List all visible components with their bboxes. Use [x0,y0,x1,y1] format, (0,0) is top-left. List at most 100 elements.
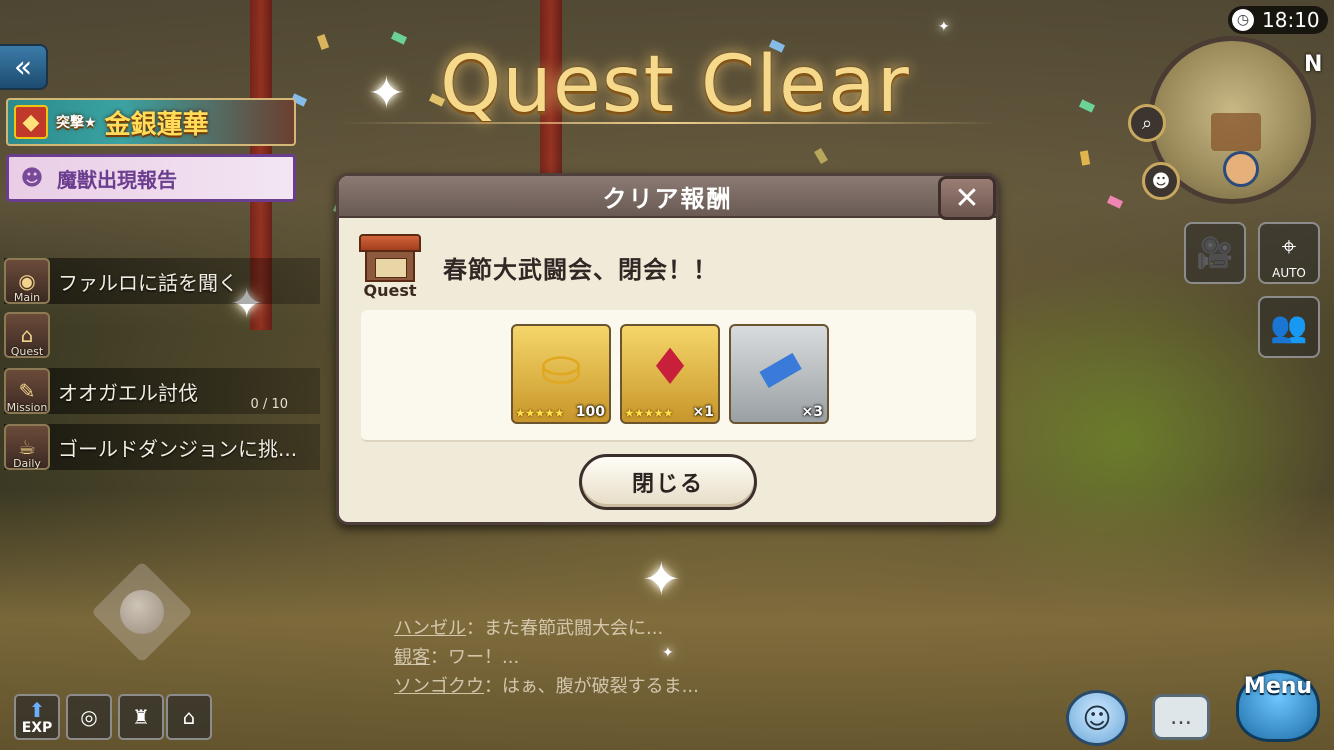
minimap-zoom-button[interactable]: ⌕ [1128,104,1166,142]
blue-ticket-icon: ▬ [744,330,814,404]
chat-button[interactable]: … [1152,694,1210,740]
menu-button[interactable]: Menu [1226,660,1330,748]
red-crystal-icon: ♦ [647,338,693,396]
back-button[interactable]: « [0,44,48,90]
confetti [390,31,408,45]
chat-text: ：ワー！... [430,647,520,668]
clock-icon: ◷ [1232,9,1254,31]
equipment-button[interactable]: ♜ [118,694,164,740]
minimap-building-icon [1211,113,1261,151]
chat-line: ソンゴクウ：はぁ、腹が破裂するま... [394,672,814,701]
chat-speaker[interactable]: ソンゴクウ [394,676,484,697]
report-banner-label: 魔獣出現報告 [57,167,177,192]
confetti [316,34,330,50]
task-daily[interactable]: ☕ Daily ゴールドダンジョンに挑... [4,424,320,470]
dialog-title: クリア報酬 [602,184,733,213]
camera-button[interactable]: 🎥 [1184,222,1246,284]
confetti [1078,99,1096,113]
close-icon: ✕ [954,180,980,216]
event-emblem-icon: ◆ [14,105,48,139]
boot-icon: ♜ [132,705,150,729]
event-banner-label: 金銀蓮華 [104,109,209,140]
auto-icon: ⌖ [1281,231,1297,262]
reward-stars: ★★★★★ [624,406,674,420]
report-banner[interactable]: ☻ 魔獣出現報告 [6,154,296,202]
sparkle-icon: ✦ [368,68,405,119]
task-label: ゴールドダンジョンに挑... [58,436,298,461]
auto-button[interactable]: ⌖ AUTO [1258,222,1320,284]
minimap-face-button[interactable]: ☻ [1142,162,1180,200]
sparkle-icon: ✦ [642,552,681,606]
clock: ◷ 18:10 [1228,6,1328,34]
task-category: Quest [10,345,44,358]
arrow-up-icon: ⬆ [28,698,46,722]
speech-bubble-icon: … [1170,704,1192,730]
reward-item-gold[interactable]: ⛀ ★★★★★ 100 [511,324,611,424]
exp-button[interactable]: ⬆ EXP [14,694,60,740]
compass-icon: ◎ [80,705,98,729]
face-icon: ☻ [1151,170,1171,192]
party-icon: 👥 [1270,309,1308,345]
menu-label: Menu [1243,674,1313,699]
chat-line: 観客：ワー！... [394,643,814,672]
task-label: オオガエル討伐 [58,380,198,405]
exp-label: EXP [21,720,53,736]
reward-item-ticket[interactable]: ▬ ×3 [729,324,829,424]
cage-button[interactable]: ⌂ [166,694,212,740]
gold-ingot-icon: ⛀ [540,338,582,396]
quest-clear-title: Quest Clear [440,40,910,130]
joystick-knob[interactable] [120,590,164,634]
quest-badge-label: Quest [363,281,417,300]
camera-icon: 🎥 [1196,235,1234,271]
chat-text: ：はぁ、腹が破裂するま... [484,676,699,697]
task-quest[interactable]: ⌂ Quest [4,312,56,358]
chat-speaker[interactable]: ハンゼル [394,618,466,639]
auto-label: AUTO [1272,266,1306,280]
task-progress: 0 / 10 [250,397,288,412]
virtual-joystick[interactable] [91,561,193,663]
task-main[interactable]: ◉ Main ファルロに話を聞く [4,258,320,304]
reward-dialog: クリア報酬 ✕ Quest 春節大武闘会、閉会！！ ⛀ ★★★★★ 100 ♦ … [336,173,999,525]
reward-stars: ★★★★★ [515,406,565,420]
task-category: Daily [13,457,41,470]
close-button[interactable]: ✕ [938,176,996,220]
skill-button[interactable]: ◎ [66,694,112,740]
reward-item-crystal[interactable]: ♦ ★★★★★ ×1 [620,324,720,424]
quest-name: 春節大武闘会、閉会！！ [443,256,718,284]
sparkle-icon: ✦ [938,19,950,35]
quest-house-icon: ⌂ Quest [4,312,50,358]
reward-panel: ⛀ ★★★★★ 100 ♦ ★★★★★ ×1 ▬ ×3 [361,310,976,442]
smiley-icon: ☺ [1082,701,1112,735]
beast-mask-icon: ☻ [20,165,44,191]
task-label: ファルロに話を聞く [58,270,238,295]
chat-text: ：また春節武闘大会に... [466,618,664,639]
reward-count: ×3 [801,404,823,420]
cage-icon: ⌂ [182,705,196,729]
search-icon: ⌕ [1141,112,1153,134]
title-underline [340,122,1000,124]
event-banner[interactable]: ◆ 突撃★ 金銀蓮華 [6,98,296,146]
confetti [814,147,828,165]
task-category: Main [13,291,41,304]
reward-count: ×1 [692,404,714,420]
clock-time: 18:10 [1262,8,1320,32]
reward-count: 100 [575,404,605,420]
double-chevron-left-icon: « [13,49,33,85]
chat-speaker[interactable]: 観客 [394,647,430,668]
daily-icon: ☕ Daily [4,424,50,470]
chat-log: ハンゼル：また春節武闘大会に... 観客：ワー！... ソンゴクウ：はぁ、腹が破… [394,614,814,701]
mission-icon: ✎ Mission [4,368,50,414]
dialog-header: クリア報酬 [339,176,996,218]
party-button[interactable]: 👥 [1258,296,1320,358]
task-mission[interactable]: ✎ Mission オオガエル討伐 0 / 10 [4,368,320,414]
quest-house-icon: Quest [357,234,423,300]
chat-line: ハンゼル：また春節武闘大会に... [394,614,814,643]
compass-north: N [1304,52,1323,77]
main-quest-icon: ◉ Main [4,258,50,304]
event-banner-badge: 突撃★ [56,115,97,131]
task-category: Mission [6,401,48,414]
confetti [1106,195,1124,209]
close-dialog-button[interactable]: 閉じる [579,454,757,510]
confetti [1079,150,1091,166]
emote-button[interactable]: ☺ [1066,690,1128,746]
